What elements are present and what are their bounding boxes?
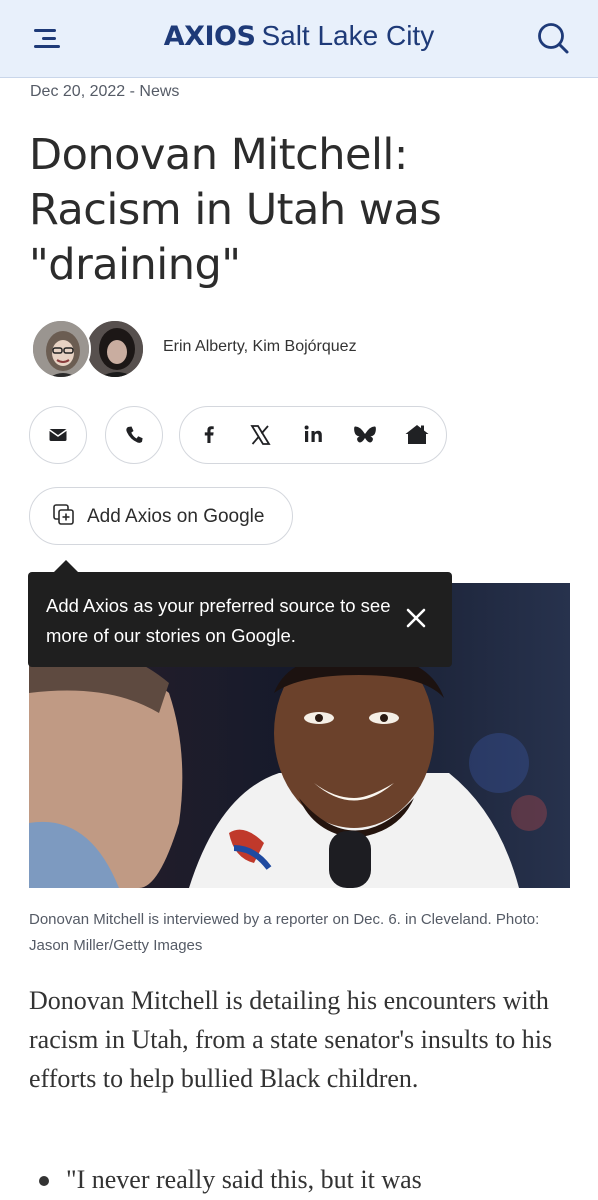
add-axios-on-google-button[interactable]: Add Axios on Google: [29, 487, 293, 545]
phone-icon: [126, 426, 143, 443]
home-share-button[interactable]: [396, 407, 438, 463]
preferred-source-tooltip: Add Axios as your preferred source to se…: [28, 560, 452, 667]
email-share-button[interactable]: [29, 406, 87, 464]
site-brand[interactable]: AXIOS Salt Lake City: [0, 20, 598, 52]
search-button[interactable]: [530, 18, 576, 60]
author-names[interactable]: Erin Alberty, Kim Bojórquez: [163, 338, 357, 356]
top-bar: AXIOS Salt Lake City: [0, 0, 598, 78]
add-source-icon: [53, 504, 74, 525]
tooltip-close-button[interactable]: [398, 600, 434, 636]
facebook-icon: [204, 426, 214, 443]
edition-name[interactable]: Salt Lake City: [261, 20, 434, 51]
tooltip-text: Add Axios as your preferred source to se…: [46, 595, 391, 646]
x-share-button[interactable]: [239, 407, 281, 463]
author-avatar[interactable]: [85, 319, 145, 379]
bluesky-share-button[interactable]: [344, 407, 386, 463]
x-icon: [250, 425, 271, 445]
dateline: Dec 20, 2022 - News: [30, 83, 180, 100]
facebook-share-button[interactable]: [188, 407, 230, 463]
add-axios-on-google-label: Add Axios on Google: [87, 506, 265, 527]
phone-share-button[interactable]: [105, 406, 163, 464]
photo-caption: Donovan Mitchell is interviewed by a rep…: [29, 911, 540, 954]
article-bullet: "I never really said this, but it was: [66, 1165, 422, 1194]
home-icon: [405, 425, 429, 444]
linkedin-icon: [304, 425, 322, 442]
bullet-marker: [39, 1176, 49, 1186]
bluesky-icon: [354, 426, 376, 443]
search-icon: [538, 23, 569, 54]
social-share-group: [179, 406, 447, 464]
axios-logo[interactable]: AXIOS: [164, 21, 256, 52]
author-avatar[interactable]: [31, 319, 91, 379]
close-icon: [406, 608, 426, 628]
linkedin-share-button[interactable]: [292, 407, 334, 463]
article-lede: Donovan Mitchell is detailing his encoun…: [29, 986, 553, 1093]
email-icon: [49, 429, 67, 441]
article-headline: Donovan Mitchell: Racism in Utah was "dr…: [29, 130, 442, 290]
